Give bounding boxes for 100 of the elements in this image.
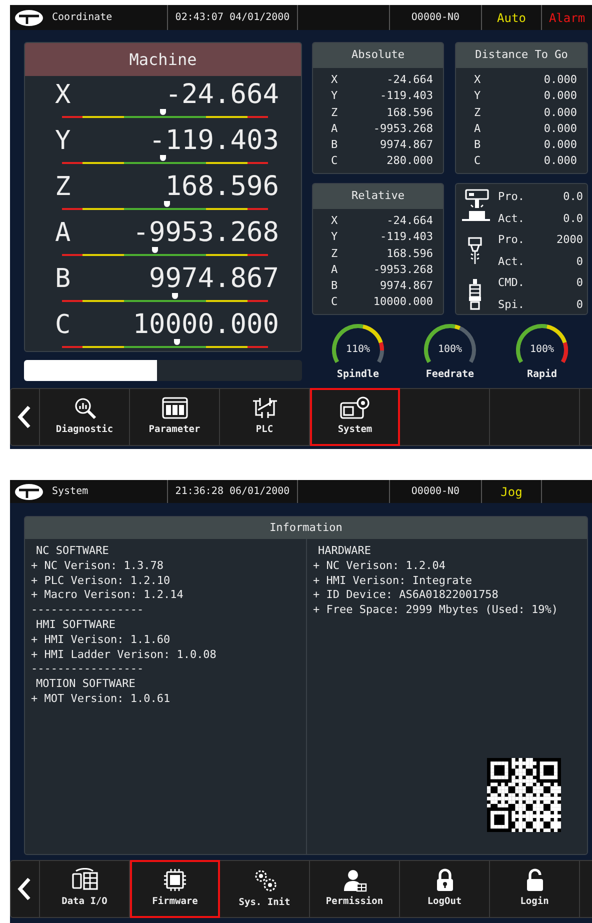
axis-value: 168.596 <box>165 170 279 204</box>
axis-label: Y <box>331 229 338 246</box>
gauge-label: Rapid <box>526 368 558 382</box>
status-label: CMD. <box>498 275 524 291</box>
axis-label: X <box>474 72 481 88</box>
info-line: + HMI Verison: Integrate <box>313 574 472 588</box>
unlocked-lock-icon <box>524 868 544 892</box>
status-label: Pro. <box>498 232 524 248</box>
axis-label: C <box>331 153 338 170</box>
status-label: Act. <box>498 210 524 226</box>
axis-label: X <box>331 213 338 229</box>
axis-value: 9974.867 <box>380 137 433 154</box>
logo <box>14 482 44 500</box>
axis-label: C <box>331 294 338 310</box>
screen-title: Coordinate <box>52 11 112 25</box>
info-line: + MOT Version: 1.0.61 <box>31 692 170 707</box>
screen-title: System <box>52 485 88 499</box>
axis-label: Z <box>331 246 338 262</box>
axis-value: -119.403 <box>148 124 279 158</box>
axis-value: -24.664 <box>165 78 279 112</box>
toolbar-button[interactable]: Permission <box>310 860 400 918</box>
status-label: Act. <box>498 254 524 270</box>
info-line: + PLC Verison: 1.2.10 <box>31 574 170 588</box>
axis-value: 0.000 <box>544 120 577 137</box>
toolbar-button[interactable]: PLC <box>220 388 310 446</box>
separator-line: ----------------- <box>31 662 144 678</box>
status-value: 2000 <box>556 232 583 248</box>
axis-value: 10000.000 <box>132 308 279 342</box>
back-button[interactable] <box>10 388 40 446</box>
axis-value: 10000.000 <box>373 294 433 310</box>
gauge-reading: 100% <box>528 343 556 357</box>
axis-label: Z <box>474 104 481 121</box>
info-line: + NC Verison: 1.3.78 <box>31 558 164 574</box>
axis-value: -9953.268 <box>373 120 433 137</box>
section-heading: HARDWARE <box>317 544 371 559</box>
axis-label: B <box>474 137 481 154</box>
spark-plug-icon <box>468 278 482 310</box>
device-gear-icon <box>340 396 370 420</box>
section-heading: HMI SOFTWARE <box>35 618 116 633</box>
toolbar-button[interactable]: Sys. Init <box>220 860 310 918</box>
gauge-dial <box>332 324 384 363</box>
axis-label: C <box>474 153 481 170</box>
panel-header: Absolute <box>313 43 443 68</box>
gauge-label: Spindle <box>336 368 380 382</box>
status-value: 0.0 <box>563 210 583 226</box>
axis-value: 0.000 <box>544 72 577 88</box>
status-value: 0 <box>576 275 583 291</box>
lock-icon <box>434 868 454 892</box>
axis-value: 0.000 <box>544 153 577 170</box>
tool-holder-icon <box>467 236 483 266</box>
info-line: + HMI Ladder Verison: 1.0.08 <box>31 648 216 662</box>
axis-label: X <box>331 72 338 88</box>
person-grid-icon <box>342 868 366 892</box>
section-heading: NC SOFTWARE <box>35 544 109 559</box>
axis-label: Y <box>331 88 338 104</box>
axis-value: 9974.867 <box>148 262 279 296</box>
usb-table-icon <box>70 868 98 892</box>
mode-indicator: Jog <box>500 484 522 500</box>
axis-label: B <box>331 278 338 294</box>
axis-value: -24.664 <box>386 72 433 88</box>
axis-label: Y <box>55 124 71 158</box>
header-text: 21:36:28 06/01/2000 <box>175 485 290 499</box>
axis-value: -9953.268 <box>373 262 433 278</box>
axis-label: C <box>55 308 71 342</box>
toolbar-button[interactable]: Parameter <box>130 388 220 446</box>
gauge-reading: 110% <box>344 343 372 357</box>
alarm-indicator: Alarm <box>548 10 586 26</box>
axis-label: A <box>331 262 338 278</box>
toolbar-button[interactable]: Data I/O <box>40 860 130 918</box>
axis-value: 168.596 <box>386 104 433 121</box>
info-line: + ID Device: AS6A01822001758 <box>313 588 498 604</box>
axis-value: -24.664 <box>386 213 433 229</box>
gauge-reading: 100% <box>436 343 464 357</box>
info-line: + HMI Verison: 1.1.60 <box>31 632 170 648</box>
axis-value: -119.403 <box>380 229 433 246</box>
axis-value: -119.403 <box>380 88 433 104</box>
axis-value: 0.000 <box>544 137 577 154</box>
separator-line: ----------------- <box>31 603 144 618</box>
header-text: O0000-N0 <box>411 485 460 499</box>
info-line: + NC Verison: 1.2.04 <box>313 558 446 574</box>
axis-label: A <box>55 216 71 250</box>
back-button[interactable] <box>10 860 40 918</box>
info-line: + Macro Verison: 1.2.14 <box>31 588 184 604</box>
axis-label: Y <box>474 88 481 104</box>
axis-label: B <box>55 262 71 296</box>
header-text: O0000-N0 <box>411 11 460 25</box>
toolbar-button[interactable]: Firmware <box>130 860 220 918</box>
toolbar-button[interactable]: Diagnostic <box>40 388 130 446</box>
axis-label: A <box>331 120 338 137</box>
toolbar-button[interactable]: LogOut <box>400 860 490 918</box>
toolbar-button[interactable]: System <box>310 388 400 446</box>
mode-indicator: Auto <box>497 10 526 26</box>
logo <box>14 8 44 26</box>
gauge-dial <box>516 324 568 363</box>
axis-value: 280.000 <box>386 153 433 170</box>
toolbar-button[interactable]: Login <box>490 860 580 918</box>
axis-value: 168.596 <box>386 246 433 262</box>
magnifier-chart-icon <box>72 396 96 420</box>
axis-label: A <box>474 120 481 137</box>
chip-icon <box>163 868 187 892</box>
